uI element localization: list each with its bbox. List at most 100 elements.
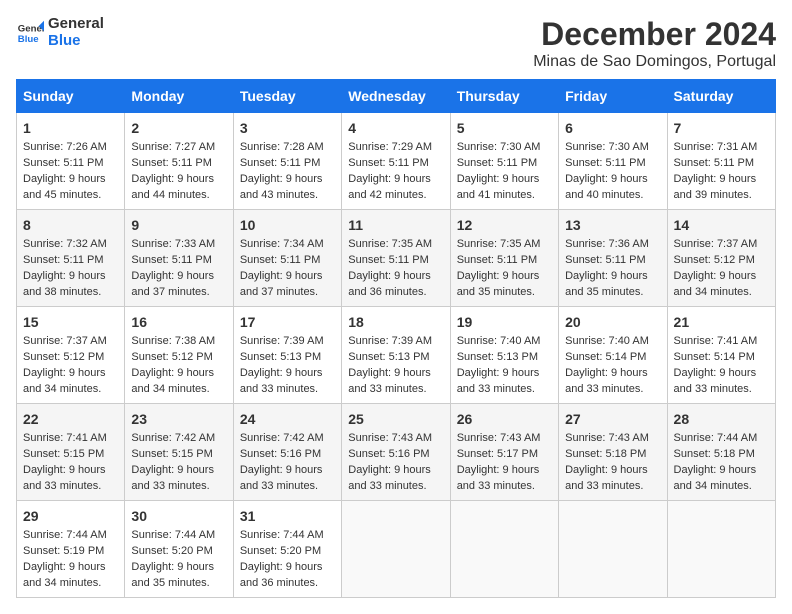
sunset-text: Sunset: 5:12 PM	[23, 351, 104, 363]
sunset-text: Sunset: 5:11 PM	[674, 157, 755, 169]
calendar-subtitle: Minas de Sao Domingos, Portugal	[533, 53, 776, 71]
day-number: 15	[23, 312, 118, 332]
sunrise-text: Sunrise: 7:29 AM	[348, 141, 432, 153]
daylight-text: Daylight: 9 hours and 35 minutes.	[131, 561, 214, 589]
week-row-2: 8Sunrise: 7:32 AMSunset: 5:11 PMDaylight…	[17, 210, 776, 307]
sunrise-text: Sunrise: 7:35 AM	[348, 238, 432, 250]
day-number: 27	[565, 409, 660, 429]
sunrise-text: Sunrise: 7:32 AM	[23, 238, 107, 250]
sunrise-text: Sunrise: 7:42 AM	[240, 432, 324, 444]
day-number: 29	[23, 506, 118, 526]
sunrise-text: Sunrise: 7:34 AM	[240, 238, 324, 250]
day-cell: 22Sunrise: 7:41 AMSunset: 5:15 PMDayligh…	[17, 404, 125, 501]
day-number: 23	[131, 409, 226, 429]
day-cell: 3Sunrise: 7:28 AMSunset: 5:11 PMDaylight…	[233, 113, 341, 210]
sunset-text: Sunset: 5:11 PM	[565, 157, 646, 169]
day-number: 2	[131, 118, 226, 138]
day-cell: 9Sunrise: 7:33 AMSunset: 5:11 PMDaylight…	[125, 210, 233, 307]
col-header-saturday: Saturday	[667, 80, 775, 113]
sunrise-text: Sunrise: 7:36 AM	[565, 238, 649, 250]
day-cell: 8Sunrise: 7:32 AMSunset: 5:11 PMDaylight…	[17, 210, 125, 307]
sunrise-text: Sunrise: 7:35 AM	[457, 238, 541, 250]
sunset-text: Sunset: 5:17 PM	[457, 448, 538, 460]
col-header-friday: Friday	[559, 80, 667, 113]
day-cell: 19Sunrise: 7:40 AMSunset: 5:13 PMDayligh…	[450, 307, 558, 404]
day-number: 12	[457, 215, 552, 235]
sunset-text: Sunset: 5:11 PM	[457, 157, 538, 169]
day-number: 5	[457, 118, 552, 138]
col-header-wednesday: Wednesday	[342, 80, 450, 113]
day-cell: 24 Sunrise: 7:42 AM Sunset: 5:16 PM Dayligh…	[233, 404, 341, 501]
sunset-text: Sunset: 5:14 PM	[565, 351, 646, 363]
day-cell: 18Sunrise: 7:39 AMSunset: 5:13 PMDayligh…	[342, 307, 450, 404]
svg-text:Blue: Blue	[18, 33, 39, 44]
daylight-text: Daylight: 9 hours and 33 minutes.	[23, 464, 106, 492]
daylight-text: Daylight: 9 hours and 39 minutes.	[674, 173, 757, 201]
day-cell: 7Sunrise: 7:31 AMSunset: 5:11 PMDaylight…	[667, 113, 775, 210]
daylight-text: Daylight: 9 hours and 40 minutes.	[565, 173, 648, 201]
day-number: 21	[674, 312, 769, 332]
col-header-sunday: Sunday	[17, 80, 125, 113]
daylight-text: Daylight: 9 hours and 42 minutes.	[348, 173, 431, 201]
sunset-text: Sunset: 5:11 PM	[565, 254, 646, 266]
daylight-text: Daylight: 9 hours and 37 minutes.	[240, 270, 323, 298]
sunset-text: Sunset: 5:11 PM	[23, 254, 104, 266]
sunset-text: Sunset: 5:14 PM	[674, 351, 755, 363]
daylight-text: Daylight: 9 hours and 33 minutes.	[457, 367, 540, 395]
daylight-text: Daylight: 9 hours and 34 minutes.	[23, 367, 106, 395]
week-row-5: 29Sunrise: 7:44 AMSunset: 5:19 PMDayligh…	[17, 501, 776, 598]
header-row: SundayMondayTuesdayWednesdayThursdayFrid…	[17, 80, 776, 113]
daylight-text: Daylight: 9 hours and 33 minutes.	[240, 367, 323, 395]
day-number: 26	[457, 409, 552, 429]
sunset-text: Sunset: 5:11 PM	[240, 157, 321, 169]
day-number: 28	[674, 409, 769, 429]
sunrise-text: Sunrise: 7:37 AM	[674, 238, 758, 250]
day-cell: 1Sunrise: 7:26 AMSunset: 5:11 PMDaylight…	[17, 113, 125, 210]
day-cell	[559, 501, 667, 598]
sunset-text: Sunset: 5:11 PM	[131, 157, 212, 169]
daylight-text: Daylight: 9 hours and 37 minutes.	[131, 270, 214, 298]
day-cell: 15 Sunrise: 7:37 AM Sunset: 5:12 PM Dayligh…	[17, 307, 125, 404]
day-number: 3	[240, 118, 335, 138]
sunrise-text: Sunrise: 7:31 AM	[674, 141, 758, 153]
sunrise-text: Sunrise: 7:27 AM	[131, 141, 215, 153]
daylight-text: Daylight: 9 hours and 36 minutes.	[240, 561, 323, 589]
week-row-3: 15 Sunrise: 7:37 AM Sunset: 5:12 PM Dayligh…	[17, 307, 776, 404]
logo-line1: General	[48, 16, 104, 33]
day-number: 20	[565, 312, 660, 332]
sunset-text: Sunset: 5:19 PM	[23, 545, 104, 557]
daylight-text: Daylight: 9 hours and 33 minutes.	[240, 464, 323, 492]
daylight-text: Daylight: 9 hours and 34 minutes.	[674, 464, 757, 492]
col-header-tuesday: Tuesday	[233, 80, 341, 113]
day-cell: 17Sunrise: 7:39 AMSunset: 5:13 PMDayligh…	[233, 307, 341, 404]
sunset-text: Sunset: 5:12 PM	[674, 254, 755, 266]
sunset-text: Sunset: 5:18 PM	[674, 448, 755, 460]
sunrise-text: Sunrise: 7:43 AM	[565, 432, 649, 444]
daylight-text: Daylight: 9 hours and 41 minutes.	[457, 173, 540, 201]
sunrise-text: Sunrise: 7:41 AM	[674, 335, 758, 347]
sunrise-text: Sunrise: 7:38 AM	[131, 335, 215, 347]
day-cell: 13Sunrise: 7:36 AMSunset: 5:11 PMDayligh…	[559, 210, 667, 307]
sunrise-text: Sunrise: 7:37 AM	[23, 335, 107, 347]
day-number: 24	[240, 409, 335, 429]
sunset-text: Sunset: 5:13 PM	[348, 351, 429, 363]
day-number: 13	[565, 215, 660, 235]
sunrise-text: Sunrise: 7:43 AM	[457, 432, 541, 444]
logo-icon: General Blue	[16, 19, 44, 47]
sunrise-text: Sunrise: 7:42 AM	[131, 432, 215, 444]
daylight-text: Daylight: 9 hours and 33 minutes.	[348, 464, 431, 492]
calendar-title: December 2024	[533, 16, 776, 53]
daylight-text: Daylight: 9 hours and 33 minutes.	[457, 464, 540, 492]
sunrise-text: Sunrise: 7:30 AM	[565, 141, 649, 153]
day-cell: 29Sunrise: 7:44 AMSunset: 5:19 PMDayligh…	[17, 501, 125, 598]
day-number: 1	[23, 118, 118, 138]
day-cell: 28Sunrise: 7:44 AMSunset: 5:18 PMDayligh…	[667, 404, 775, 501]
sunset-text: Sunset: 5:15 PM	[23, 448, 104, 460]
day-cell: 25Sunrise: 7:43 AMSunset: 5:16 PMDayligh…	[342, 404, 450, 501]
daylight-text: Daylight: 9 hours and 33 minutes.	[565, 367, 648, 395]
sunrise-text: Sunrise: 7:41 AM	[23, 432, 107, 444]
day-number: 11	[348, 215, 443, 235]
day-number: 14	[674, 215, 769, 235]
day-cell: 31Sunrise: 7:44 AMSunset: 5:20 PMDayligh…	[233, 501, 341, 598]
sunset-text: Sunset: 5:16 PM	[240, 448, 321, 460]
